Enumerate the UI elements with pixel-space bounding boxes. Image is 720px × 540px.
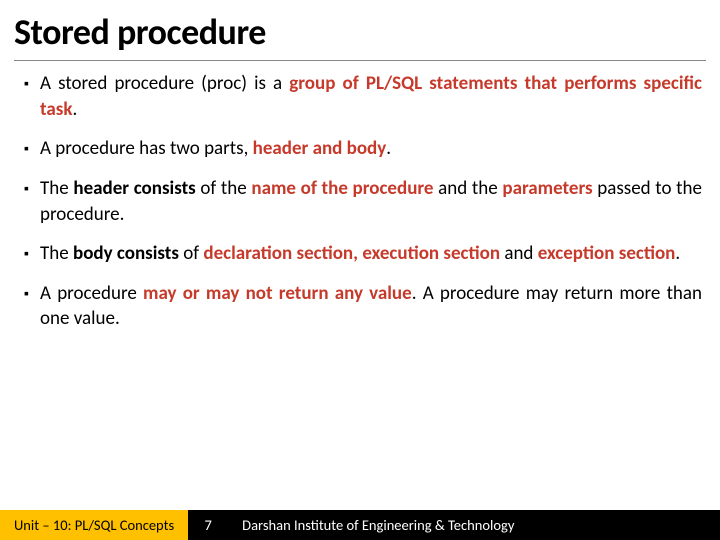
bullet-item: ▪A stored procedure (proc) is a group of… xyxy=(24,71,702,122)
slide-title: Stored procedure xyxy=(0,0,720,60)
slide: Stored procedure ▪A stored procedure (pr… xyxy=(0,0,720,540)
bullet-text: A procedure has two parts, header and bo… xyxy=(40,136,702,162)
bullet-text: A stored procedure (proc) is a group of … xyxy=(40,71,702,122)
footer: Unit – 10: PL/SQL Concepts 7 Darshan Ins… xyxy=(0,510,720,540)
slide-content: ▪A stored procedure (proc) is a group of… xyxy=(0,71,720,540)
footer-page-number: 7 xyxy=(188,510,228,540)
bullet-item: ▪The header consists of the name of the … xyxy=(24,176,702,227)
bullet-text: The body consists of declaration section… xyxy=(40,241,702,267)
bullet-marker-icon: ▪ xyxy=(24,136,40,159)
bullet-list: ▪A stored procedure (proc) is a group of… xyxy=(24,71,702,332)
bullet-item: ▪A procedure has two parts, header and b… xyxy=(24,136,702,162)
bullet-marker-icon: ▪ xyxy=(24,281,40,304)
bullet-text: The header consists of the name of the p… xyxy=(40,176,702,227)
bullet-marker-icon: ▪ xyxy=(24,176,40,199)
bullet-text: A procedure may or may not return any va… xyxy=(40,281,702,332)
bullet-item: ▪A procedure may or may not return any v… xyxy=(24,281,702,332)
bullet-item: ▪The body consists of declaration sectio… xyxy=(24,241,702,267)
footer-institute: Darshan Institute of Engineering & Techn… xyxy=(228,510,720,540)
footer-unit: Unit – 10: PL/SQL Concepts xyxy=(0,510,188,540)
bullet-marker-icon: ▪ xyxy=(24,71,40,94)
bullet-marker-icon: ▪ xyxy=(24,241,40,264)
title-underline xyxy=(14,60,706,61)
